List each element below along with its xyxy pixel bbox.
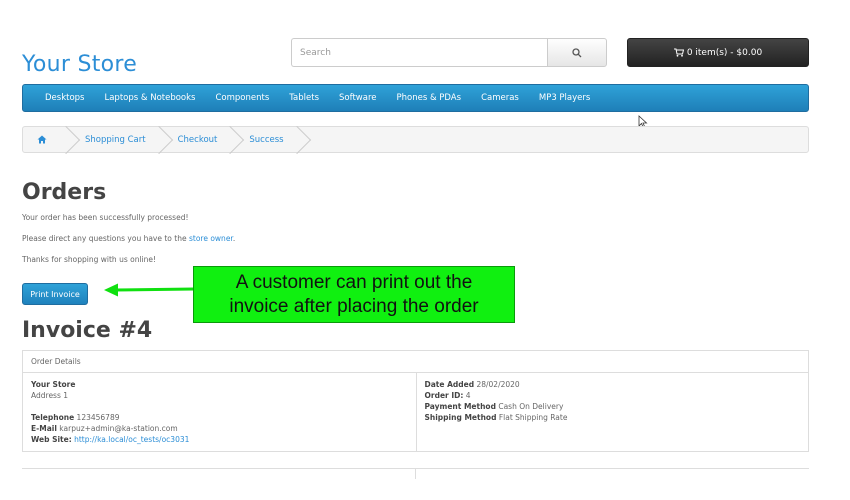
email-label: E-Mail [31,424,57,433]
email-value: karpuz+admin@ka-station.com [59,424,178,433]
thanks-message: Thanks for shopping with us online! [22,255,156,264]
contact-message: Please direct any questions you have to … [22,234,235,243]
order-info-cell: Date Added 28/02/2020 Order ID: 4 Paymen… [415,373,809,451]
order-details-table: Order Details Your Store Address 1 Telep… [22,350,809,452]
search-input[interactable] [291,38,547,67]
breadcrumb-checkout[interactable]: Checkout [162,127,234,152]
menu-item-cameras[interactable]: Cameras [481,93,519,103]
home-icon [37,135,47,144]
telephone-label: Telephone [31,413,75,422]
website-label: Web Site: [31,435,72,444]
menu-item-tablets[interactable]: Tablets [289,93,319,103]
order-details-header: Order Details [23,351,808,373]
annotation-callout: A customer can print out the invoice aft… [193,266,515,323]
date-added-value: 28/02/2020 [476,380,520,389]
search-button[interactable] [547,38,607,67]
search-bar [291,38,607,67]
print-invoice-button[interactable]: Print Invoice [22,283,88,305]
menu-item-mp3-players[interactable]: MP3 Players [539,93,590,103]
invoice-title: Invoice #4 [22,318,153,343]
table-divider [415,469,416,479]
success-message: Your order has been successfully process… [22,213,189,222]
payment-method-label: Payment Method [424,402,496,411]
date-added-label: Date Added [424,380,475,389]
search-icon [572,47,582,57]
menu-item-desktops[interactable]: Desktops [45,93,84,103]
menu-item-laptops-notebooks[interactable]: Laptops & Notebooks [104,93,195,103]
payment-method-value: Cash On Delivery [498,402,564,411]
store-logo[interactable]: Your Store [22,52,137,77]
menu-item-software[interactable]: Software [339,93,376,103]
store-name: Your Store [31,380,76,389]
page-title: Orders [22,180,107,205]
contact-message-suffix: . [232,234,236,243]
website-link[interactable]: http://ka.local/oc_tests/oc3031 [74,435,189,444]
order-id-label: Order ID: [424,391,464,400]
shipping-method-value: Flat Shipping Rate [498,413,568,422]
annotation-line-2: invoice after placing the order [229,296,479,317]
breadcrumb: Shopping Cart Checkout Success [22,126,809,153]
next-table-edge [22,468,809,479]
order-id-value: 4 [465,391,471,400]
annotation-arrow-icon [104,283,195,297]
breadcrumb-success[interactable]: Success [233,127,299,152]
store-owner-link[interactable]: store owner [189,234,233,243]
menu-item-components[interactable]: Components [215,93,269,103]
cart-total: 0 item(s) - $0.00 [686,47,763,58]
breadcrumb-shopping-cart[interactable]: Shopping Cart [69,127,162,152]
telephone-value: 123456789 [76,413,120,422]
main-menu: Desktops Laptops & Notebooks Components … [22,84,809,112]
shopping-cart-icon [673,48,684,57]
shipping-method-label: Shipping Method [424,413,497,422]
contact-message-prefix: Please direct any questions you have to … [22,234,189,243]
breadcrumb-home[interactable] [23,127,69,152]
annotation-line-1: A customer can print out the [235,272,473,293]
store-address: Address 1 [31,391,69,400]
menu-item-phones-pdas[interactable]: Phones & PDAs [397,93,462,103]
cart-button[interactable]: 0 item(s) - $0.00 [627,38,809,67]
table-row: Your Store Address 1 Telephone 123456789… [23,373,808,451]
store-info-cell: Your Store Address 1 Telephone 123456789… [23,373,416,451]
